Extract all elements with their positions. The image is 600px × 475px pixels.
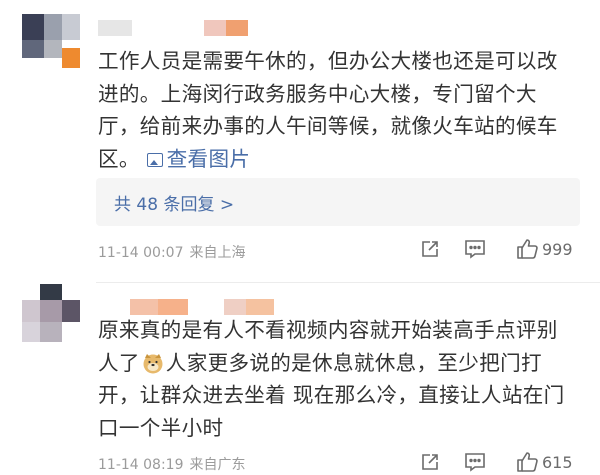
comment-item: 原来真的是有人不看视频内容就开始装高手点评别 人了 人家更多说的是休息就休息，至… <box>0 283 600 475</box>
comment-meta: 11-14 00:07 来自上海 <box>98 242 245 262</box>
comment-icon <box>465 453 485 472</box>
share-icon <box>422 241 438 257</box>
comment-button[interactable] <box>464 451 486 473</box>
comment-icon <box>465 240 485 259</box>
avatar-pixel <box>40 300 62 322</box>
share-icon <box>422 454 438 470</box>
avatar-pixel <box>22 322 40 342</box>
like-count: 999 <box>542 239 573 259</box>
comment-button[interactable] <box>464 238 486 260</box>
name-block <box>224 299 246 315</box>
comment-time: 11-14 00:07 <box>98 245 184 261</box>
name-block <box>204 20 226 36</box>
comment-actions: 999 <box>420 238 580 260</box>
like-count: 615 <box>542 452 573 472</box>
comment-item: 工作人员是需要午休的，但办公大楼也还是可以改 进的。上海闵行政务服务中心大楼，专… <box>0 0 600 283</box>
avatar-pixel <box>22 40 44 58</box>
avatar-pixel <box>44 14 62 40</box>
comment-actions: 615 <box>420 451 580 473</box>
name-block <box>158 299 188 315</box>
name-block <box>246 299 274 315</box>
name-block <box>98 20 132 36</box>
avatar-pixel <box>22 14 44 40</box>
comment-location: 来自上海 <box>189 245 246 261</box>
comment-meta: 11-14 08:19 来自广东 <box>98 454 245 474</box>
share-button[interactable] <box>420 451 440 473</box>
avatar-pixel <box>40 284 62 300</box>
view-pictures-label: 查看图片 <box>166 146 251 171</box>
replies-box[interactable]: 共 48 条回复 > <box>96 178 580 226</box>
image-icon <box>146 152 163 167</box>
thumbs-up-icon <box>517 239 538 259</box>
thumbs-up-icon <box>517 452 538 472</box>
avatar-pixel <box>62 14 80 40</box>
share-button[interactable] <box>420 238 440 260</box>
doge-emoji <box>143 353 163 373</box>
comment-location: 来自广东 <box>189 457 246 473</box>
avatar-pixel <box>62 48 80 68</box>
avatar-pixel <box>40 322 62 342</box>
comment-text: 工作人员是需要午休的，但办公大楼也还是可以改 进的。上海闵行政务服务中心大楼，专… <box>98 45 568 175</box>
like-button[interactable]: 999 <box>516 238 573 260</box>
avatar-pixel <box>22 300 40 322</box>
like-button[interactable]: 615 <box>516 451 573 473</box>
comment-body-part2: 人家更多说的是休息就休息，至少把门打 开，让群众进去坐着 现在那么冷，直接让人站… <box>98 350 565 440</box>
avatar-pixel <box>44 40 62 58</box>
comment-text: 原来真的是有人不看视频内容就开始装高手点评别 人了 人家更多说的是休息就休息，至… <box>98 314 568 444</box>
name-block <box>226 20 248 36</box>
name-block <box>130 299 158 315</box>
avatar[interactable] <box>22 14 80 72</box>
view-pictures-link[interactable]: 查看图片 <box>146 146 251 171</box>
avatar-pixel <box>62 300 80 322</box>
comment-time: 11-14 08:19 <box>98 457 184 473</box>
avatar[interactable] <box>22 284 80 342</box>
replies-link[interactable]: 共 48 条回复 > <box>114 190 234 215</box>
